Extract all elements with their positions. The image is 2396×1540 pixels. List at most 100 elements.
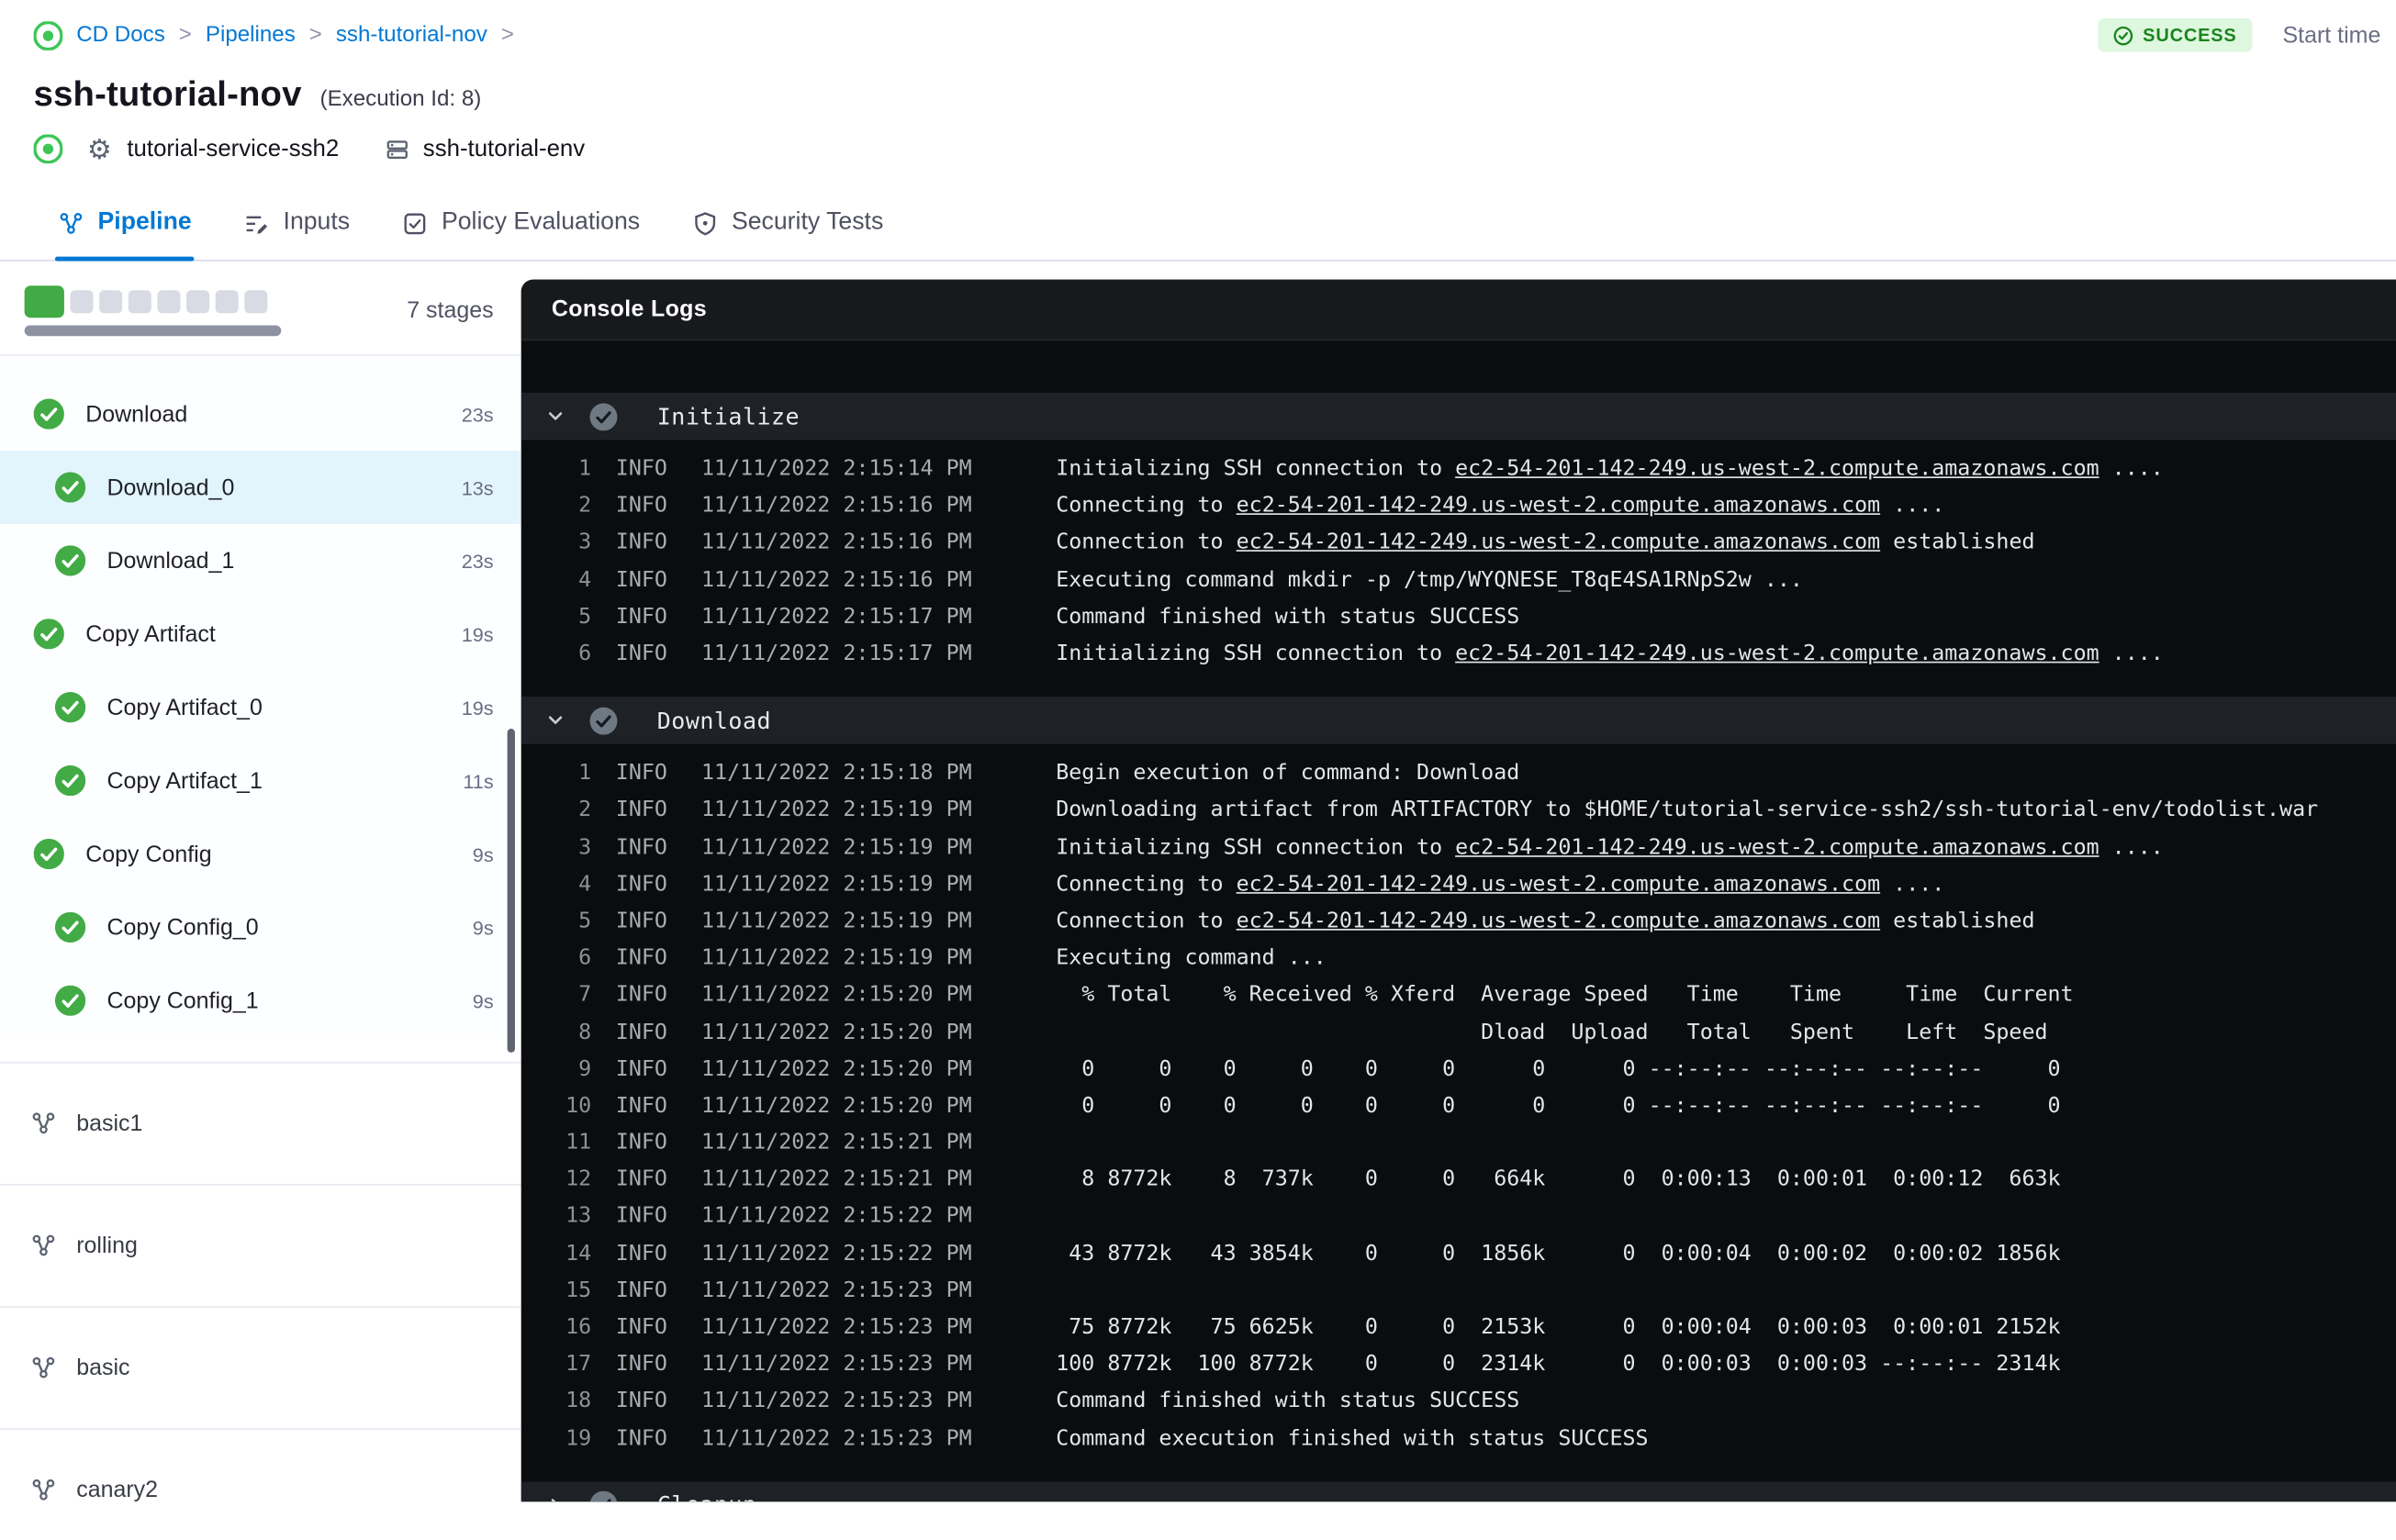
pipeline-name: basic1 (76, 1110, 143, 1137)
pipeline-list: basic1 rolling basic canary2 (0, 1061, 521, 1501)
line-number: 16 (565, 1315, 592, 1340)
pipeline-item-rolling[interactable]: rolling (0, 1186, 521, 1308)
line-number: 18 (565, 1389, 592, 1414)
breadcrumb-link[interactable]: ssh-tutorial-nov (336, 23, 487, 48)
stage-label: Copy Config_0 (106, 914, 259, 941)
pipeline-icon (30, 1355, 56, 1380)
environment-icon (385, 137, 409, 162)
log-timestamp: 11/11/2022 2:15:19 PM (701, 872, 972, 897)
start-time-label: Start time (2282, 22, 2381, 49)
tab-pipeline[interactable]: Pipeline (54, 209, 196, 262)
breadcrumb-items: CD Docs > Pipelines > ssh-tutorial-nov > (76, 23, 514, 48)
stage-progress: 7 stages (0, 262, 521, 355)
environment-name[interactable]: ssh-tutorial-env (423, 135, 585, 162)
line-number: 12 (565, 1167, 592, 1192)
log-message: Connecting to ec2-54-201-142-249.us-west… (1056, 872, 1945, 897)
line-number: 2 (578, 494, 592, 519)
log-level: INFO (615, 1241, 667, 1267)
log-timestamp: 11/11/2022 2:15:20 PM (701, 1020, 972, 1044)
log-timestamp: 11/11/2022 2:15:19 PM (701, 945, 972, 971)
log-line: 2 INFO 11/11/2022 2:15:16 PM Connecting to … (521, 487, 2396, 524)
log-timestamp: 11/11/2022 2:15:22 PM (701, 1204, 972, 1230)
success-check-icon (2114, 25, 2134, 45)
log-timestamp: 11/11/2022 2:15:20 PM (701, 1056, 972, 1082)
inputs-icon (243, 210, 269, 236)
log-message: Initializing SSH connection to ec2-54-20… (1056, 642, 2164, 666)
chevron-down-icon[interactable] (545, 710, 565, 731)
stage-label: Copy Config_1 (106, 988, 259, 1014)
log-line: 18 INFO 11/11/2022 2:15:23 PM Command finis… (521, 1383, 2396, 1420)
log-level: INFO (615, 872, 667, 897)
log-level: INFO (615, 1130, 667, 1155)
log-line: 3 INFO 11/11/2022 2:15:19 PM Initializing S… (521, 829, 2396, 865)
stage-row-copy-artifact_0[interactable]: Copy Artifact_0 19s (0, 671, 521, 744)
gear-icon[interactable]: ⚙ (87, 135, 112, 162)
log-section-download[interactable]: Download (521, 697, 2396, 744)
log-level: INFO (615, 567, 667, 593)
stage-row-copy-artifact[interactable]: Copy Artifact 19s (0, 597, 521, 671)
log-link[interactable]: ec2-54-201-142-249.us-west-2.compute.ama… (1237, 872, 1880, 897)
console-body[interactable]: Initialize 1 INFO 11/11/2022 2:15:14 PM Init… (521, 340, 2396, 1502)
cd-module-icon (33, 134, 63, 164)
breadcrumb-link[interactable]: Pipelines (206, 23, 296, 48)
log-section-cleanup[interactable]: Cleanup (521, 1481, 2396, 1502)
log-link[interactable]: ec2-54-201-142-249.us-west-2.compute.ama… (1455, 642, 2099, 666)
pipeline-item-basic[interactable]: basic (0, 1308, 521, 1431)
log-link[interactable]: ec2-54-201-142-249.us-west-2.compute.ama… (1455, 835, 2099, 860)
log-timestamp: 11/11/2022 2:15:21 PM (701, 1130, 972, 1155)
stage-row-download_1[interactable]: Download_1 23s (0, 524, 521, 597)
log-link[interactable]: ec2-54-201-142-249.us-west-2.compute.ama… (1455, 457, 2099, 482)
stage-success-icon (54, 985, 86, 1016)
step-success-icon (589, 1490, 618, 1502)
minimap-block-pending (215, 290, 239, 314)
stage-success-icon (54, 764, 86, 797)
log-message: Command finished with status SUCCESS (1056, 1389, 1520, 1414)
log-timestamp: 11/11/2022 2:15:16 PM (701, 494, 972, 519)
log-link[interactable]: ec2-54-201-142-249.us-west-2.compute.ama… (1237, 494, 1880, 519)
stage-duration: 9s (472, 842, 494, 865)
page-header: ssh-tutorial-nov (Execution Id: 8) ⚙ tut… (0, 71, 2396, 164)
tab-inputs[interactable]: Inputs (243, 209, 350, 260)
chevron-down-icon[interactable] (545, 407, 565, 427)
log-line: 11 INFO 11/11/2022 2:15:21 PM (521, 1124, 2396, 1161)
breadcrumb-separator: > (308, 22, 322, 48)
stage-row-copy-config[interactable]: Copy Config 9s (0, 818, 521, 891)
line-number: 19 (565, 1426, 592, 1451)
minimap-block-pending (186, 290, 210, 314)
minimap-block-pending (70, 290, 94, 314)
log-link[interactable]: ec2-54-201-142-249.us-west-2.compute.ama… (1237, 909, 1880, 933)
app: CD Docs > Pipelines > ssh-tutorial-nov > SUCC… (0, 0, 2396, 1540)
stage-duration: 23s (461, 549, 494, 573)
pipeline-item-canary2[interactable]: canary2 (0, 1430, 521, 1501)
stage-label: Copy Artifact (85, 620, 216, 647)
log-timestamp: 11/11/2022 2:15:17 PM (701, 642, 972, 666)
minimap-block-pending (128, 290, 151, 314)
breadcrumb-link[interactable]: CD Docs (76, 23, 165, 48)
service-name[interactable]: tutorial-service-ssh2 (127, 135, 339, 162)
stage-row-copy-config_1[interactable]: Copy Config_1 9s (0, 964, 521, 1037)
sidebar-scrollbar[interactable] (507, 728, 515, 1053)
log-level: INFO (615, 530, 667, 556)
pipeline-item-basic1[interactable]: basic1 (0, 1064, 521, 1186)
line-number: 4 (578, 872, 592, 897)
pipeline-icon (30, 1478, 56, 1502)
log-level: INFO (615, 494, 667, 519)
log-message: Connection to ec2-54-201-142-249.us-west… (1056, 909, 2035, 933)
log-level: INFO (615, 834, 667, 860)
stage-row-download[interactable]: Download 23s (0, 377, 521, 451)
tab-security-tests[interactable]: Security Tests (692, 209, 883, 260)
stage-row-copy-config_0[interactable]: Copy Config_0 9s (0, 890, 521, 964)
chevron-right-icon[interactable] (545, 1495, 565, 1502)
stage-duration: 11s (463, 769, 494, 793)
stage-row-download_0[interactable]: Download_0 13s (0, 451, 521, 524)
breadcrumb-separator: > (178, 22, 192, 48)
stage-row-copy-artifact_1[interactable]: Copy Artifact_1 11s (0, 744, 521, 818)
log-timestamp: 11/11/2022 2:15:16 PM (701, 530, 972, 556)
log-section-initialize[interactable]: Initialize (521, 392, 2396, 441)
log-timestamp: 11/11/2022 2:15:20 PM (701, 1093, 972, 1119)
tab-policy-evaluations[interactable]: Policy Evaluations (402, 209, 640, 260)
tab-label: Policy Evaluations (441, 209, 641, 236)
stage-duration: 19s (461, 622, 494, 646)
log-link[interactable]: ec2-54-201-142-249.us-west-2.compute.ama… (1237, 530, 1880, 555)
stage-duration: 13s (461, 475, 494, 499)
